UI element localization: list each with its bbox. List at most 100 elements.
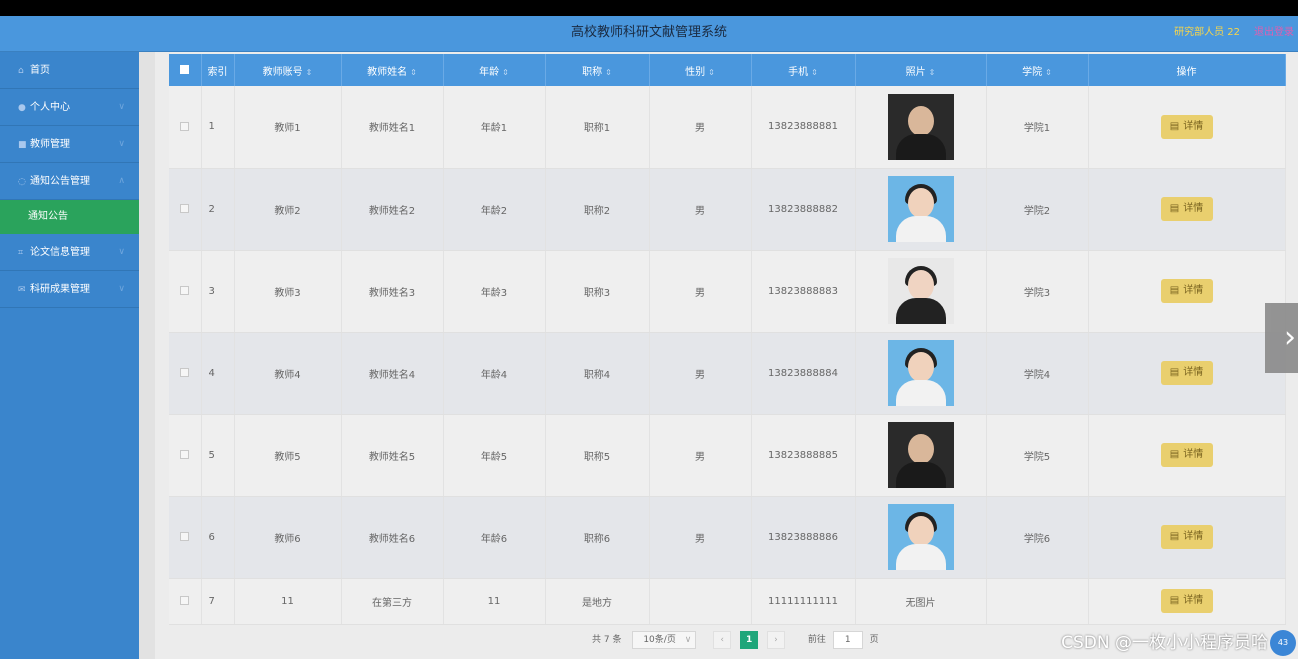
row-checkbox[interactable] [180,596,190,605]
sort-icon[interactable]: ⇕ [929,68,936,77]
app-header: 高校教师科研文献管理系统 研究部人员 22 退出登录 [0,16,1298,52]
detail-button[interactable]: ▤ 详情 [1160,197,1213,221]
detail-button[interactable]: ▤ 详情 [1160,525,1213,549]
sidebar-item-3[interactable]: ◌ 通知公告管理 ∧ [0,163,139,200]
cell-index: 1 [201,86,235,169]
column-header-2[interactable]: 教师姓名 ⇕ [341,54,444,86]
sort-icon[interactable]: ⇕ [410,68,417,77]
chevron-down-icon: ∨ [118,284,125,294]
column-header-0[interactable]: 索引 [201,54,235,86]
prev-page-button[interactable]: ‹ [713,631,732,649]
table-row: 2 教师2 教师姓名2 年龄2 职称2 男 13823888882 学院2 ▤ 详情 [169,168,1286,251]
cell-title: 职称3 [545,250,650,333]
cell-name: 教师姓名1 [341,86,444,169]
column-header-7[interactable]: 照片 ⇕ [855,54,987,86]
sidebar-item-6[interactable]: ✉ 科研成果管理 ∨ [0,271,139,308]
table-row: 5 教师5 教师姓名5 年龄5 职称5 男 13823888885 学院5 ▤ 详情 [169,414,1286,497]
cell-index: 6 [201,496,235,579]
row-select-cell[interactable] [169,578,202,625]
detail-button-label: 详情 [1183,203,1204,214]
sidebar-item-1[interactable]: ● 个人中心 ∨ [0,89,139,126]
row-checkbox[interactable] [180,204,190,213]
select-all-checkbox[interactable] [180,65,190,74]
current-page-button[interactable]: 1 [740,631,759,649]
sidebar-item-2[interactable]: ■ 教师管理 ∨ [0,126,139,163]
next-page-button[interactable]: › [766,631,785,649]
row-checkbox[interactable] [180,368,190,377]
row-checkbox[interactable] [180,450,190,459]
row-select-cell[interactable] [169,332,202,415]
page-size-select[interactable]: 10条/页 ∨ [632,631,697,649]
cell-title: 职称2 [545,168,650,251]
goto-page-input[interactable]: 1 [832,631,863,649]
detail-button[interactable]: ▤ 详情 [1160,279,1213,303]
cell-account: 教师1 [234,86,342,169]
cell-photo [855,496,987,579]
sort-icon[interactable]: ⇕ [1045,68,1052,77]
sort-icon[interactable]: ⇕ [502,68,509,77]
cell-age: 年龄4 [443,332,546,415]
row-select-cell[interactable] [169,496,202,579]
cell-age: 年龄3 [443,250,546,333]
cell-photo [855,86,987,169]
detail-button[interactable]: ▤ 详情 [1160,443,1213,467]
cell-gender: 男 [649,86,752,169]
cell-phone: 13823888882 [751,168,856,251]
watermark: CSDN @一枚小小程序员哈 [1061,633,1268,653]
cell-photo: 无图片 [855,578,987,625]
row-checkbox[interactable] [180,286,190,295]
detail-button[interactable]: ▤ 详情 [1160,361,1213,385]
cell-gender: 男 [649,332,752,415]
chevron-up-icon: ∧ [118,176,125,186]
cell-index: 3 [201,250,235,333]
column-header-label: 操作 [1176,66,1197,78]
select-all-header[interactable] [169,54,202,86]
home-icon: ⌂ [18,66,24,76]
floating-badge[interactable]: 43 [1270,630,1296,656]
top-black-strip [0,0,1298,16]
next-slide-arrow[interactable]: › [1265,303,1298,373]
column-header-8[interactable]: 学院 ⇕ [986,54,1089,86]
photo-body [895,462,946,488]
table-row: 7 11 在第三方 11 是地方 11111111111 无图片 ▤ 详情 [169,578,1286,625]
photo-head [907,516,934,546]
column-header-6[interactable]: 手机 ⇕ [751,54,856,86]
column-header-1[interactable]: 教师账号 ⇕ [234,54,342,86]
goto-label: 前往 [807,635,826,645]
teacher-photo [887,340,954,406]
teacher-photo [887,176,954,242]
sort-icon[interactable]: ⇕ [605,68,612,77]
cell-phone: 13823888881 [751,86,856,169]
sort-icon[interactable]: ⇕ [811,68,818,77]
row-checkbox[interactable] [180,121,190,131]
detail-button-label: 详情 [1183,449,1204,460]
cell-photo [855,332,987,415]
column-header-label: 教师姓名 [367,66,408,78]
sidebar-item-0[interactable]: ⌂ 首页 [0,52,139,89]
cell-name: 教师姓名5 [341,414,444,497]
column-header-9[interactable]: 操作 [1088,54,1286,86]
teacher-photo [887,93,954,160]
detail-button[interactable]: ▤ 详情 [1160,589,1213,613]
cell-college: 学院6 [986,496,1089,579]
row-checkbox[interactable] [180,532,190,541]
cell-name: 在第三方 [341,578,444,625]
row-select-cell[interactable] [169,86,202,169]
column-header-5[interactable]: 性别 ⇕ [649,54,752,86]
row-select-cell[interactable] [169,250,202,333]
sidebar-item-5[interactable]: ⌗ 论文信息管理 ∨ [0,234,139,271]
detail-button[interactable]: ▤ 详情 [1160,114,1213,139]
chevron-down-icon: ∨ [118,139,125,149]
sidebar-subitem-notice[interactable]: 通知公告 [0,200,139,234]
row-select-cell[interactable] [169,168,202,251]
sort-icon[interactable]: ⇕ [306,68,313,77]
column-header-3[interactable]: 年龄 ⇕ [443,54,546,86]
column-header-4[interactable]: 职称 ⇕ [545,54,650,86]
logout-link[interactable]: 退出登录 [1254,16,1294,50]
photo-body [895,298,946,324]
row-select-cell[interactable] [169,414,202,497]
cell-phone: 13823888886 [751,496,856,579]
sort-icon[interactable]: ⇕ [708,68,715,77]
cell-actions: ▤ 详情 [1088,496,1286,579]
sidebar-item-label: 科研成果管理 [30,284,90,295]
